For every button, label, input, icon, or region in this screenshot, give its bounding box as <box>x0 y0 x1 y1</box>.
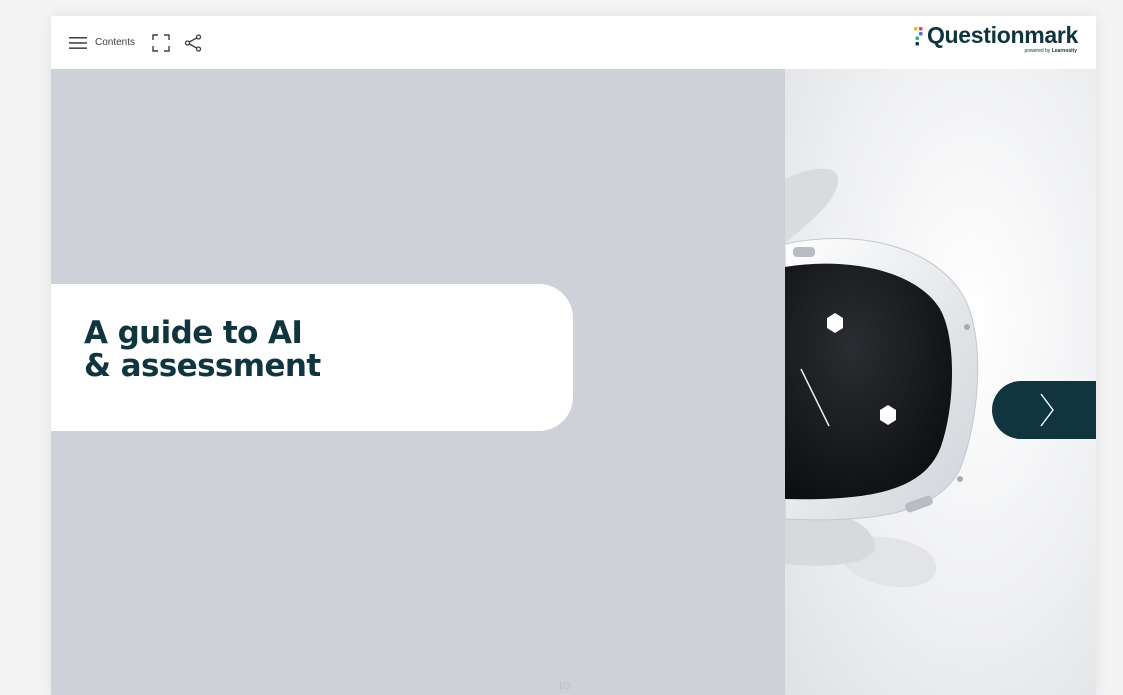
toolbar-left: Contents <box>69 33 202 52</box>
slide-title-line-2: & assessment <box>84 348 321 384</box>
toolbar: Contents Questionmark powered by Learnos… <box>51 16 1096 69</box>
contents-menu-button[interactable]: Contents <box>69 36 135 50</box>
slide-title: A guide to AI & assessment <box>84 317 321 383</box>
slide-left-panel: A guide to AI & assessment <box>51 69 785 695</box>
questionmark-logo-icon <box>911 25 925 47</box>
logo-name: Questionmark <box>926 22 1078 48</box>
document-viewer: Contents Questionmark powered by Learnos… <box>51 16 1096 695</box>
hamburger-icon <box>69 36 87 49</box>
share-icon <box>184 33 202 52</box>
share-button[interactable] <box>184 33 202 52</box>
next-page-button[interactable] <box>992 381 1096 439</box>
fullscreen-icon <box>152 33 170 52</box>
chevron-right-icon <box>1040 393 1054 427</box>
page-indicator: 1/3 <box>558 681 571 691</box>
logo-tagline-brand: Learnosity <box>1051 48 1077 54</box>
logo-tagline-prefix: powered by <box>1024 48 1051 54</box>
robot-image <box>785 69 1096 695</box>
logo-row: Questionmark <box>911 22 1078 49</box>
questionmark-logo[interactable]: Questionmark powered by Learnosity <box>911 22 1078 54</box>
fullscreen-button[interactable] <box>152 33 170 52</box>
slide-title-line-1: A guide to AI <box>84 315 303 351</box>
title-card: A guide to AI & assessment <box>51 284 573 431</box>
contents-label: Contents <box>95 37 136 48</box>
